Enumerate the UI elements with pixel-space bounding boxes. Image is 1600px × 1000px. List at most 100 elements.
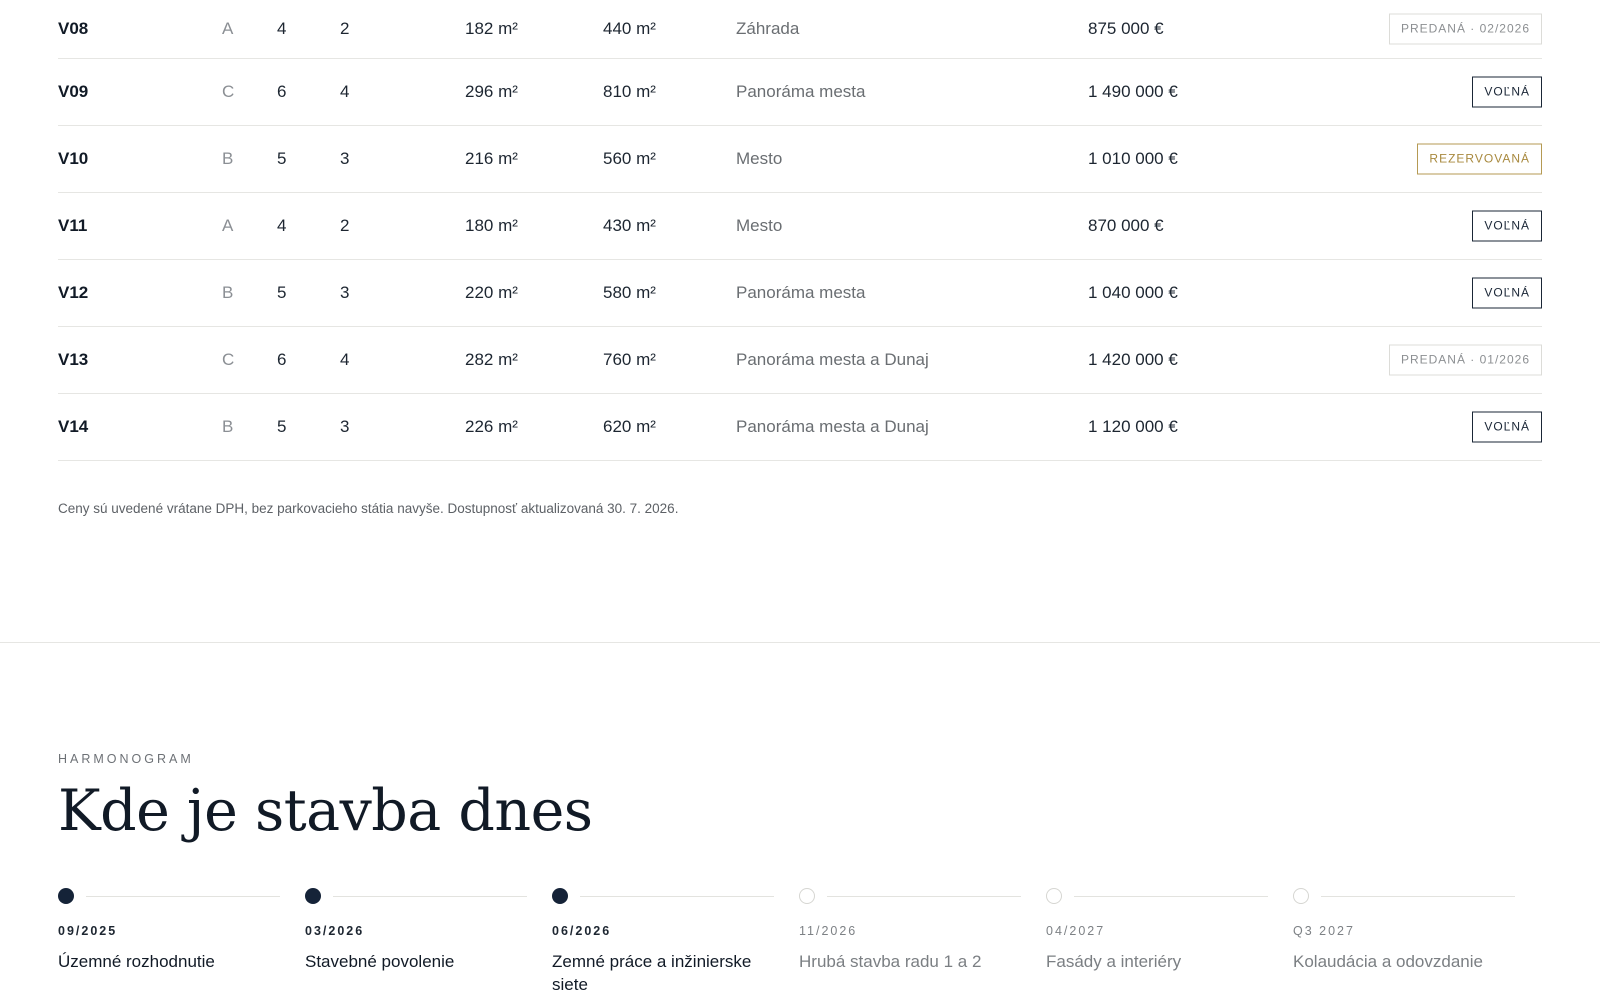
- unit-area: 180 m²: [465, 216, 518, 235]
- status-badge[interactable]: VOĽNÁ: [1472, 210, 1542, 242]
- milestone-done-icon: [305, 888, 321, 904]
- unit-type: B: [222, 149, 234, 168]
- unit-id: V12: [58, 283, 89, 302]
- unit-price: 1 040 000 €: [1088, 283, 1178, 302]
- unit-type: B: [222, 283, 234, 302]
- section-heading: Kde je stavba dnes: [58, 778, 593, 844]
- unit-rooms: 6: [277, 82, 287, 101]
- unit-price: 875 000 €: [1088, 19, 1164, 38]
- step-label: Zemné práce a inžinierske siete: [552, 952, 752, 994]
- unit-area: 220 m²: [465, 283, 518, 302]
- unit-rooms: 5: [277, 283, 287, 302]
- milestone-pending-icon: [1293, 888, 1309, 904]
- unit-view: Záhrada: [736, 19, 800, 38]
- status-badge[interactable]: VOĽNÁ: [1472, 411, 1542, 443]
- unit-plot: 580 m²: [603, 283, 656, 302]
- table-row[interactable]: V12 B 5 3 220 m² 580 m² Panoráma mesta 1…: [58, 260, 1542, 327]
- timeline-connector: [580, 896, 774, 897]
- unit-view: Mesto: [736, 216, 783, 235]
- unit-area: 282 m²: [465, 350, 518, 369]
- section-eyebrow: HARMONOGRAM: [58, 752, 194, 766]
- milestone-done-icon: [552, 888, 568, 904]
- unit-view: Panoráma mesta: [736, 82, 866, 101]
- step-date: Q3 2027: [1293, 924, 1355, 938]
- unit-plot: 810 m²: [603, 82, 656, 101]
- status-badge: PREDANÁ · 01/2026: [1388, 344, 1542, 376]
- units-table: V08 A 4 2 182 m² 440 m² Záhrada 875 000 …: [58, 0, 1542, 461]
- table-row[interactable]: V14 B 5 3 226 m² 620 m² Panoráma mesta a…: [58, 394, 1542, 461]
- unit-baths: 2: [340, 216, 350, 235]
- unit-area: 296 m²: [465, 82, 518, 101]
- status-badge: REZERVOVANÁ: [1417, 143, 1542, 175]
- step-date: 03/2026: [305, 924, 365, 938]
- unit-view: Panoráma mesta a Dunaj: [736, 350, 929, 369]
- unit-price: 1 010 000 €: [1088, 149, 1178, 168]
- unit-id: V09: [58, 82, 89, 101]
- unit-view: Panoráma mesta a Dunaj: [736, 417, 929, 436]
- unit-rooms: 4: [277, 216, 287, 235]
- step-label: Územné rozhodnutie: [58, 952, 215, 971]
- unit-id: V11: [58, 216, 88, 235]
- unit-area: 226 m²: [465, 417, 518, 436]
- timeline-connector: [333, 896, 527, 897]
- schedule-timeline: 09/2025 Územné rozhodnutie 03/2026 Stave…: [58, 888, 1518, 1000]
- timeline-connector: [827, 896, 1021, 897]
- timeline-connector: [86, 896, 280, 897]
- step-date: 11/2026: [799, 924, 858, 938]
- milestone-pending-icon: [1046, 888, 1062, 904]
- unit-plot: 760 m²: [603, 350, 656, 369]
- unit-id: V08: [58, 19, 89, 38]
- unit-plot: 560 m²: [603, 149, 656, 168]
- unit-type: C: [222, 350, 235, 369]
- unit-type: A: [222, 19, 234, 38]
- unit-view: Mesto: [736, 149, 783, 168]
- unit-plot: 430 m²: [603, 216, 656, 235]
- table-row[interactable]: V13 C 6 4 282 m² 760 m² Panoráma mesta a…: [58, 327, 1542, 394]
- step-date: 09/2025: [58, 924, 118, 938]
- step-label: Hrubá stavba radu 1 a 2: [799, 952, 982, 971]
- step-label: Fasády a interiéry: [1046, 952, 1182, 971]
- unit-baths: 3: [340, 149, 350, 168]
- unit-id: V10: [58, 149, 89, 168]
- milestone-pending-icon: [799, 888, 815, 904]
- status-badge: PREDANÁ · 02/2026: [1388, 13, 1542, 45]
- unit-type: A: [222, 216, 234, 235]
- unit-area: 182 m²: [465, 19, 518, 38]
- price-note: Ceny sú uvedené vrátane DPH, bez parkova…: [58, 501, 679, 516]
- timeline-connector: [1074, 896, 1268, 897]
- table-row[interactable]: V11 A 4 2 180 m² 430 m² Mesto 870 000 € …: [58, 193, 1542, 260]
- unit-rooms: 5: [277, 417, 287, 436]
- unit-price: 870 000 €: [1088, 216, 1164, 235]
- step-date: 04/2027: [1046, 924, 1106, 938]
- unit-type: B: [222, 417, 234, 436]
- status-badge[interactable]: VOĽNÁ: [1472, 277, 1542, 309]
- unit-price: 1 490 000 €: [1088, 82, 1178, 101]
- unit-baths: 4: [340, 82, 350, 101]
- unit-id: V13: [58, 350, 89, 369]
- step-label: Kolaudácia a odovzdanie: [1293, 952, 1483, 971]
- step-date: 06/2026: [552, 924, 612, 938]
- unit-plot: 440 m²: [603, 19, 656, 38]
- unit-baths: 3: [340, 417, 350, 436]
- milestone-done-icon: [58, 888, 74, 904]
- unit-rooms: 6: [277, 350, 287, 369]
- unit-area: 216 m²: [465, 149, 518, 168]
- unit-rooms: 4: [277, 19, 287, 38]
- status-badge[interactable]: VOĽNÁ: [1472, 76, 1542, 108]
- unit-baths: 2: [340, 19, 350, 38]
- table-row[interactable]: V09 C 6 4 296 m² 810 m² Panoráma mesta 1…: [58, 59, 1542, 126]
- unit-baths: 3: [340, 283, 350, 302]
- unit-plot: 620 m²: [603, 417, 656, 436]
- table-row[interactable]: V10 B 5 3 216 m² 560 m² Mesto 1 010 000 …: [58, 126, 1542, 193]
- timeline-connector: [1321, 896, 1515, 897]
- unit-baths: 4: [340, 350, 350, 369]
- unit-id: V14: [58, 417, 89, 436]
- unit-type: C: [222, 82, 235, 101]
- step-label: Stavebné povolenie: [305, 952, 455, 971]
- section-divider: [0, 642, 1600, 643]
- unit-view: Panoráma mesta: [736, 283, 866, 302]
- unit-price: 1 120 000 €: [1088, 417, 1178, 436]
- unit-rooms: 5: [277, 149, 287, 168]
- unit-price: 1 420 000 €: [1088, 350, 1178, 369]
- table-row[interactable]: V08 A 4 2 182 m² 440 m² Záhrada 875 000 …: [58, 0, 1542, 59]
